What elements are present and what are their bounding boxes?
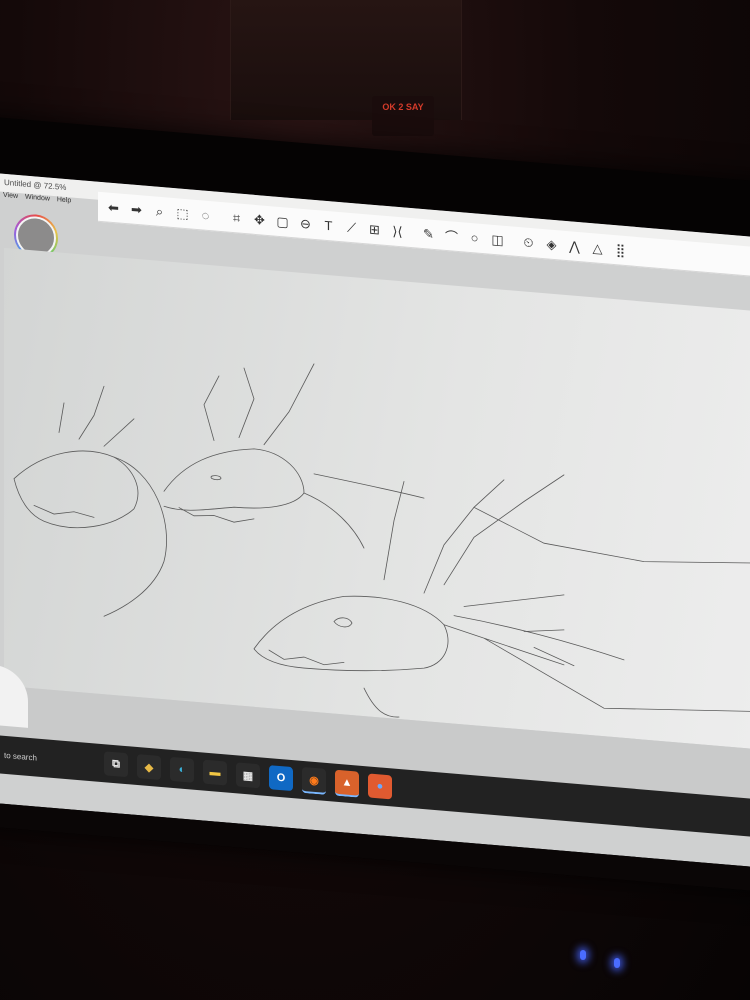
fill-bucket-icon[interactable]: ⊖ bbox=[296, 213, 315, 234]
app-icon[interactable]: ● bbox=[368, 773, 392, 800]
brush-library-icon[interactable]: ⋀ bbox=[565, 236, 584, 257]
curve-icon[interactable]: ⌒ bbox=[442, 226, 461, 247]
menu-view[interactable]: View bbox=[3, 192, 18, 200]
shapes-icon[interactable]: ◫ bbox=[488, 229, 507, 250]
ellipse-icon[interactable]: ○ bbox=[465, 228, 484, 249]
brush-icon[interactable]: ✎ bbox=[419, 224, 438, 245]
ok2say-sticker: OK 2 SAY bbox=[372, 96, 434, 136]
outlook-icon[interactable]: O bbox=[269, 765, 293, 792]
monitor: Untitled @ 72.5% View Window Help ⬅ ➡ ⌕ ⬚ ◌ ⌗… bbox=[0, 115, 750, 894]
timelapse-icon[interactable]: ⏲ bbox=[519, 232, 538, 253]
drawing-canvas[interactable] bbox=[4, 247, 750, 753]
perspective-grid-icon[interactable]: ⊞ bbox=[365, 219, 384, 240]
undo-icon[interactable]: ⬅ bbox=[104, 197, 123, 218]
sketch-drawing bbox=[13, 363, 750, 718]
task-view-icon[interactable]: ⧉ bbox=[104, 751, 128, 778]
lasso-icon[interactable]: ◌ bbox=[196, 205, 215, 226]
layers-icon[interactable]: ◈ bbox=[542, 234, 561, 255]
menu-help[interactable]: Help bbox=[57, 196, 71, 204]
text-tool-icon[interactable]: T bbox=[319, 215, 338, 236]
symmetry-icon[interactable]: ⟩⟨ bbox=[388, 221, 407, 242]
copilot-icon[interactable]: ◆ bbox=[137, 754, 161, 781]
color-editor-icon[interactable]: △ bbox=[588, 238, 607, 259]
magnify-icon[interactable]: ⌕ bbox=[150, 201, 169, 222]
redo-icon[interactable]: ➡ bbox=[127, 199, 146, 220]
sticker-text: OK 2 SAY bbox=[382, 102, 424, 112]
crop-icon[interactable]: ⌗ bbox=[227, 208, 246, 229]
transform-icon[interactable]: ✥ bbox=[250, 210, 269, 231]
swatches-icon[interactable]: ⣿ bbox=[611, 240, 630, 261]
sketchbook-icon[interactable]: ▲ bbox=[335, 769, 359, 798]
distort-icon[interactable]: ▢ bbox=[273, 211, 292, 232]
search-box[interactable]: to search bbox=[0, 750, 104, 768]
screen: Untitled @ 72.5% View Window Help ⬅ ➡ ⌕ ⬚ ◌ ⌗… bbox=[0, 173, 750, 870]
led-1 bbox=[580, 950, 586, 960]
store-icon[interactable]: ▦ bbox=[236, 762, 260, 789]
firefox-icon[interactable]: ◉ bbox=[302, 766, 326, 795]
edge-icon[interactable]: ◐ bbox=[170, 756, 194, 783]
ruler-icon[interactable]: ⟋ bbox=[342, 217, 361, 238]
led-2 bbox=[614, 958, 620, 968]
selection-icon[interactable]: ⬚ bbox=[173, 203, 192, 224]
menu-window[interactable]: Window bbox=[25, 194, 50, 203]
file-explorer-icon[interactable]: ▬ bbox=[203, 759, 227, 786]
